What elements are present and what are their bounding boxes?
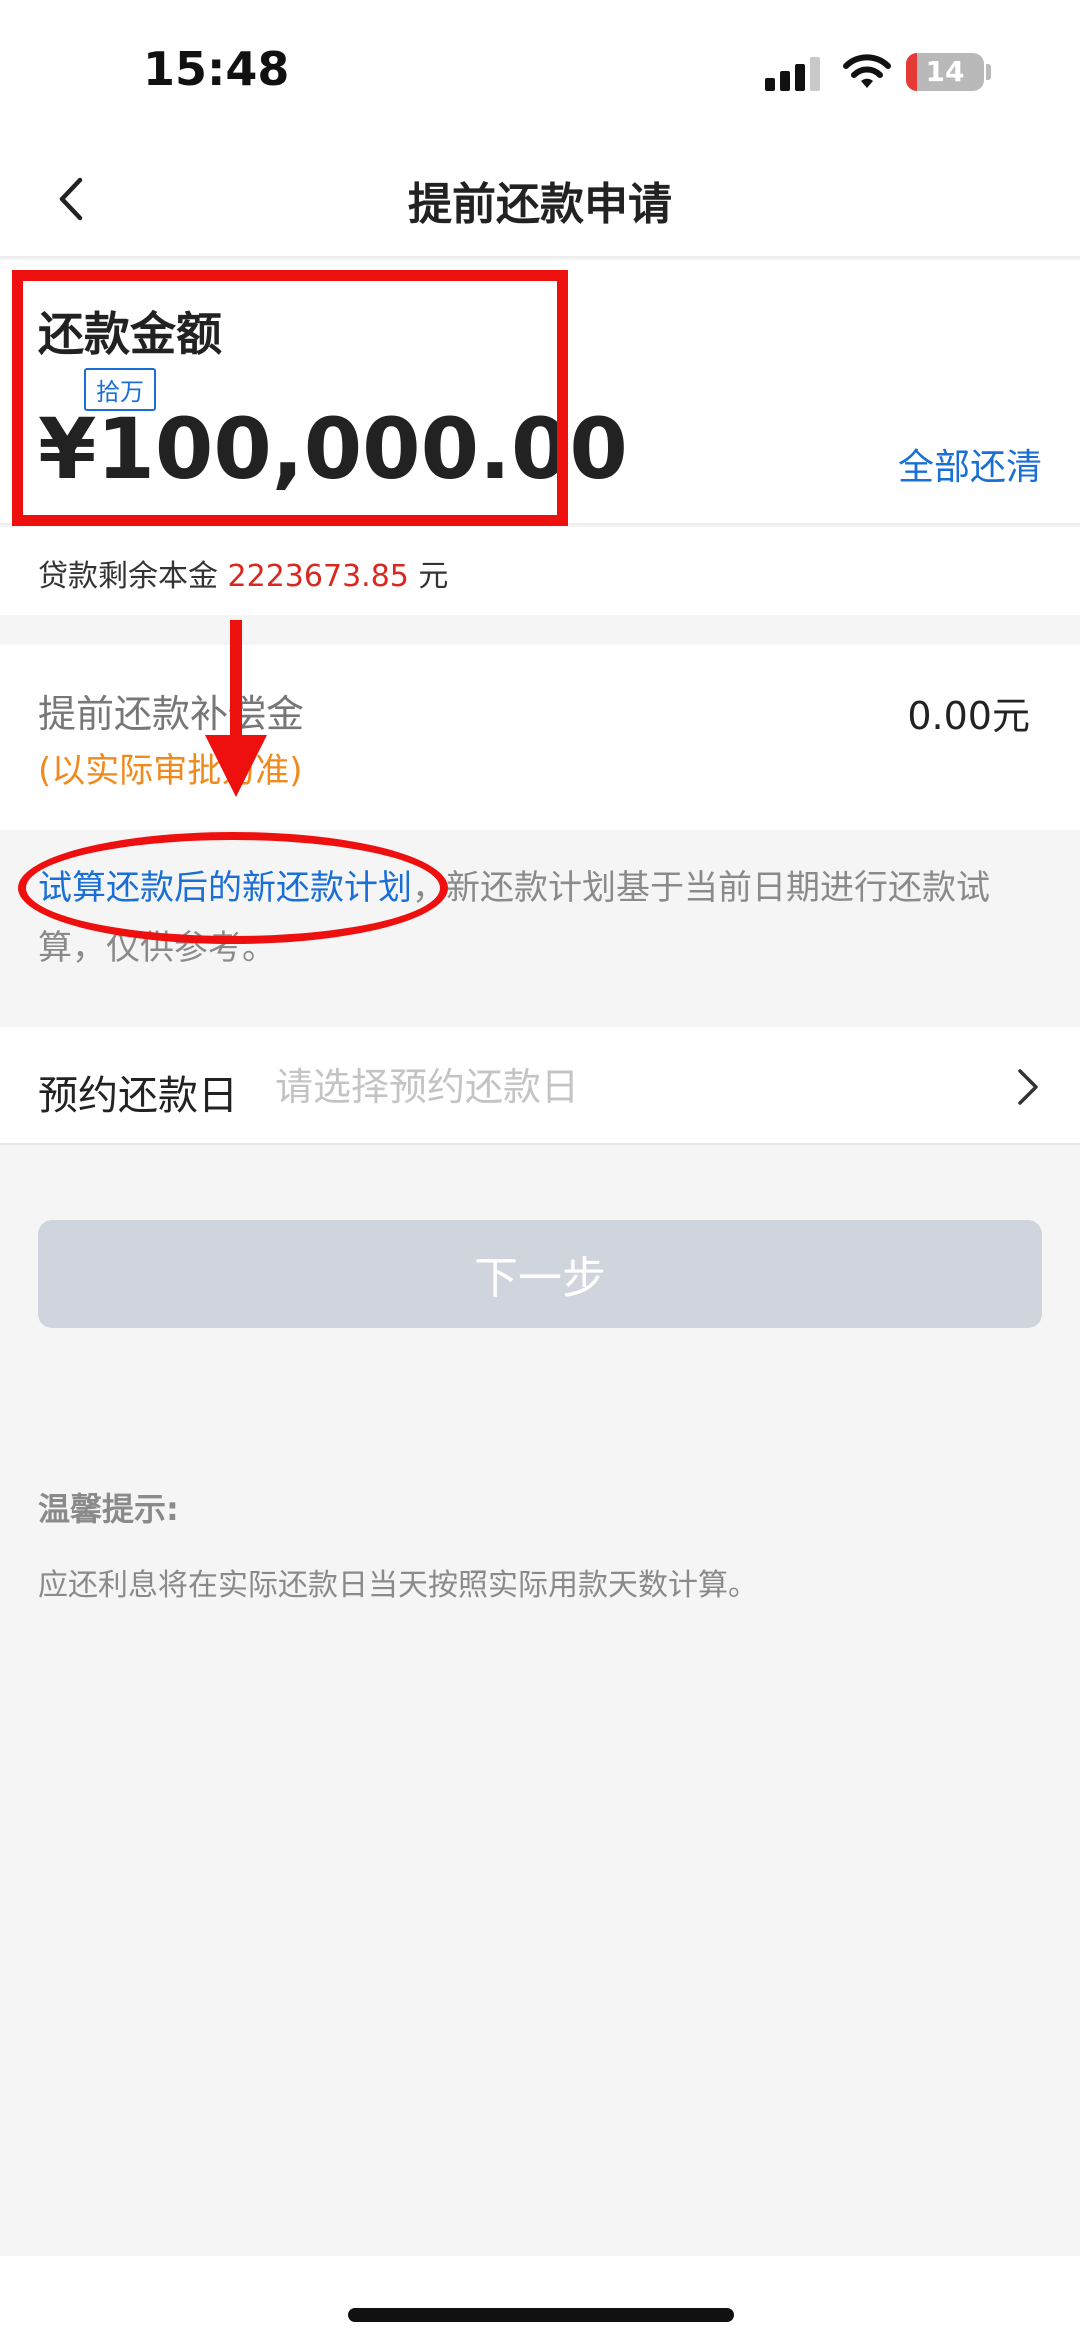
reservation-date-label: 预约还款日 xyxy=(38,1073,238,1119)
remaining-principal-text: 贷款剩余本金 2223673.85 元 xyxy=(38,551,448,595)
nav-bar: 提前还款申请 xyxy=(0,140,1080,258)
bottom-safe-area xyxy=(0,2256,1080,2341)
remaining-suffix: 元 xyxy=(408,559,449,594)
chevron-right-icon[interactable] xyxy=(1010,1067,1044,1107)
annotation-arrow-head xyxy=(205,735,267,797)
cellular-signal-icon xyxy=(765,55,825,91)
remaining-principal-row: 贷款剩余本金 2223673.85 元 xyxy=(0,527,1080,615)
compensation-value: 0.00元 xyxy=(907,694,1030,738)
page-title: 提前还款申请 xyxy=(408,179,672,230)
tips-title: 温馨提示: xyxy=(38,1490,179,1528)
status-time: 15:48 xyxy=(143,42,290,96)
remaining-prefix: 贷款剩余本金 xyxy=(38,559,228,594)
wifi-icon xyxy=(843,54,891,88)
reservation-date-input[interactable] xyxy=(275,1065,975,1109)
status-bar: 15:48 14 xyxy=(0,0,1080,140)
remaining-amount: 2223673.85 xyxy=(227,559,409,594)
reservation-date-row[interactable]: 预约还款日 xyxy=(0,1027,1080,1145)
compensation-card: 提前还款补偿金 (以实际审批为准) 0.00元 xyxy=(0,645,1080,830)
home-indicator[interactable] xyxy=(348,2308,734,2322)
tips-body: 应还利息将在实际还款日当天按照实际用款天数计算。 xyxy=(38,1568,758,1603)
battery-level-text: 14 xyxy=(925,55,965,88)
next-step-button[interactable]: 下一步 xyxy=(38,1220,1042,1328)
pay-all-link[interactable]: 全部还清 xyxy=(898,438,1042,490)
annotation-arrow-shaft xyxy=(230,620,242,735)
battery-tip xyxy=(986,64,991,80)
compensation-label: 提前还款补偿金 xyxy=(38,692,305,736)
battery-icon: 14 xyxy=(906,53,984,91)
annotation-red-box xyxy=(12,270,568,526)
annotation-red-ellipse xyxy=(18,832,448,944)
